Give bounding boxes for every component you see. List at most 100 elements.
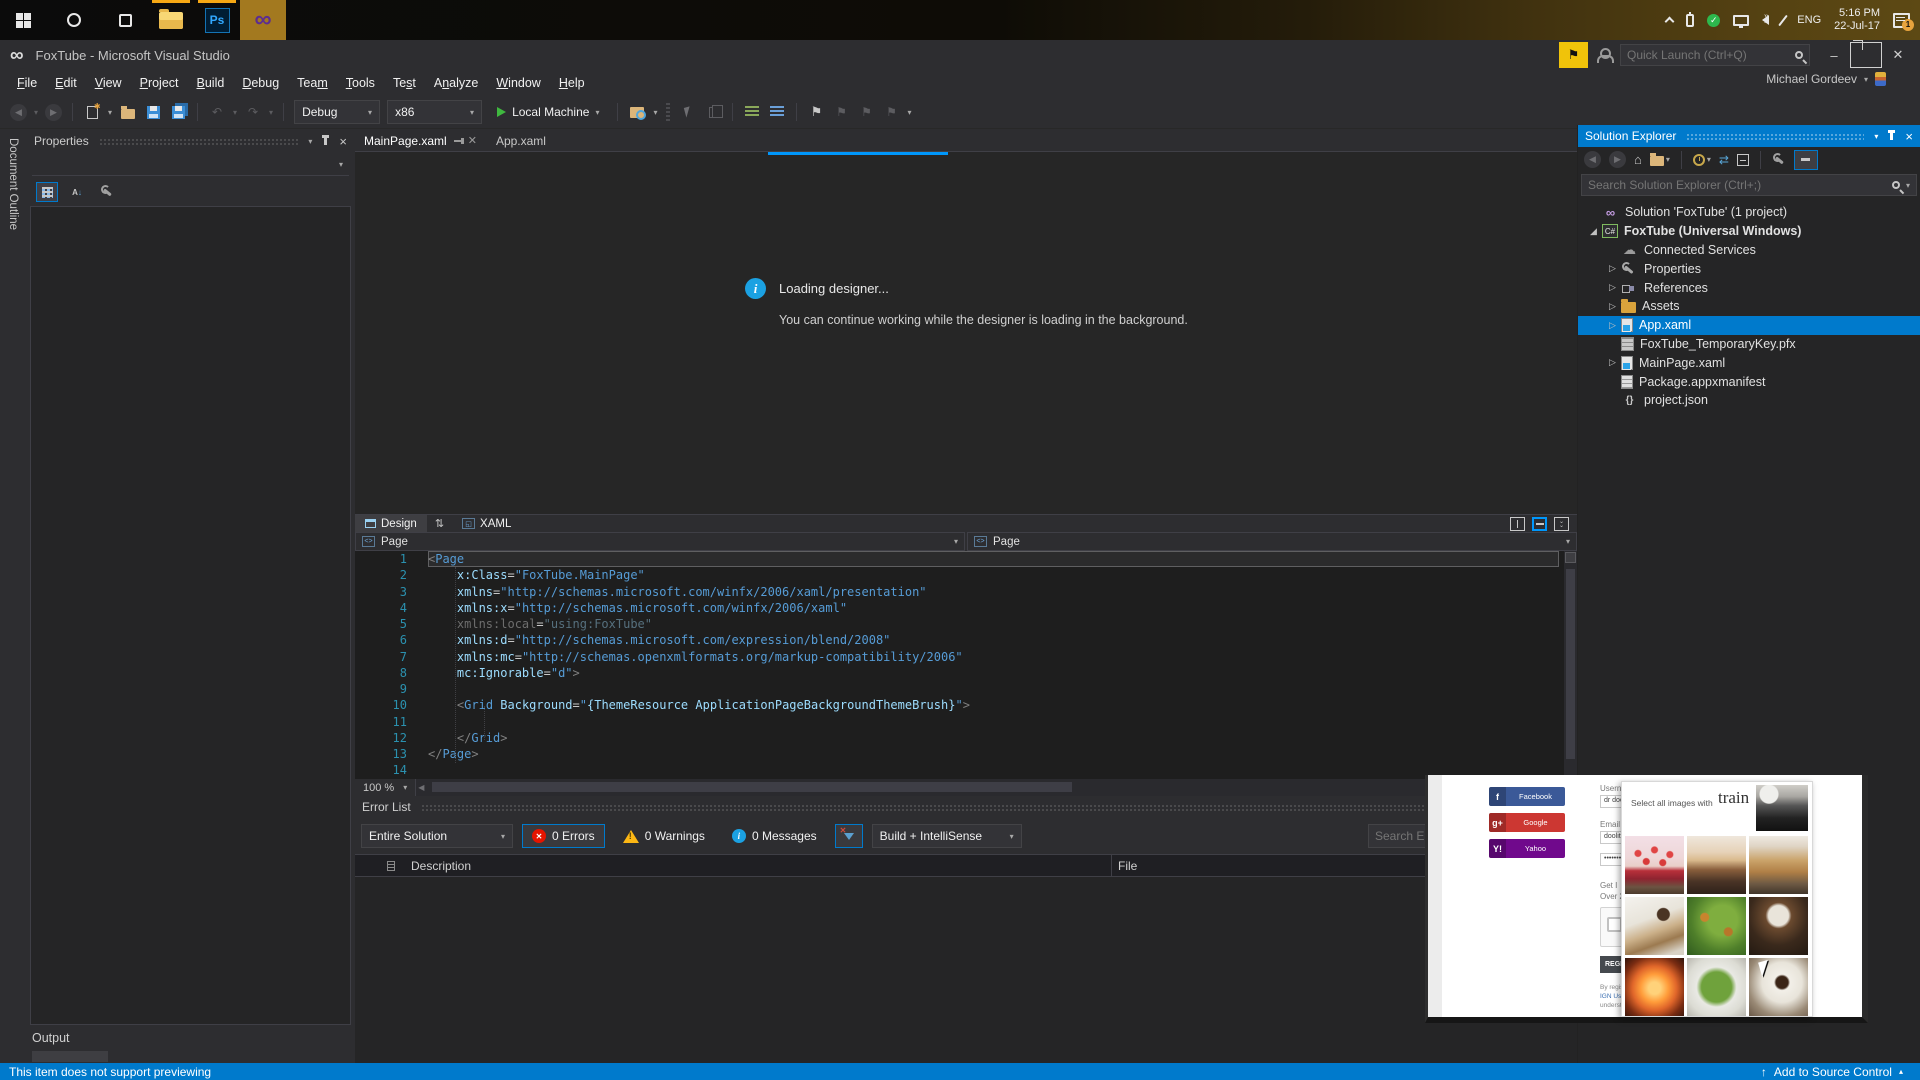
new-file-dropdown[interactable]: ▾ [108,108,112,117]
pin-icon[interactable] [322,134,330,145]
expander-icon[interactable]: ▷ [1604,357,1621,368]
restore-button[interactable] [1850,40,1882,68]
pending-changes-filter-button[interactable]: ▾ [1692,153,1711,166]
visual-studio-button[interactable]: ∞ [240,0,286,40]
menu-project[interactable]: Project [131,73,188,93]
tree-item-foxtube-temporarykey-pfx[interactable]: FoxTube_TemporaryKey.pfx [1578,335,1920,354]
sync-with-active-document-button[interactable]: ⇄ [1719,153,1729,167]
pen-icon[interactable] [1778,14,1789,26]
navigate-back-dropdown[interactable]: ▾ [34,108,38,117]
social-facebook-button[interactable]: f Facebook [1489,787,1565,806]
photoshop-button[interactable]: Ps [194,0,240,40]
drag-handle[interactable] [1686,132,1865,140]
tree-item-properties[interactable]: ▷ Properties [1578,259,1920,278]
code-line-13[interactable]: 13 </Page> [355,746,1577,762]
menu-window[interactable]: Window [487,73,549,93]
close-icon[interactable]: × [339,135,347,148]
redo-dropdown[interactable]: ▾ [269,108,273,117]
alphabetical-sort-button[interactable]: A [66,182,88,202]
close-button[interactable]: ✕ [1882,42,1914,68]
file-explorer-button[interactable] [148,0,194,40]
tree-item-connected-services[interactable]: ☁ Connected Services [1578,241,1920,260]
clear-bookmarks-button[interactable]: ⚑ [882,103,900,121]
document-outline-tab[interactable]: Document Outline [0,130,19,230]
tree-item-assets[interactable]: ▷ Assets [1578,297,1920,316]
warnings-filter-button[interactable]: 0 Warnings [614,824,714,848]
properties-button[interactable] [1772,152,1786,167]
captcha-image-cake[interactable] [1625,836,1684,894]
errors-filter-button[interactable]: ✕ 0 Errors [522,824,605,848]
tree-item-mainpage-xaml[interactable]: ▷ MainPage.xaml [1578,353,1920,372]
code-line-12[interactable]: 12 </Grid> [355,730,1577,746]
messages-filter-button[interactable]: i0 Messages [723,824,826,848]
notifications-flag-button[interactable]: ⚑ [1559,42,1588,68]
tab-app-xaml[interactable]: App.xaml [487,130,555,151]
severity-column-header[interactable] [381,855,405,876]
start-button[interactable] [0,0,46,40]
start-debugging-button[interactable]: Local Machine ▾ [489,100,607,124]
menu-tools[interactable]: Tools [337,73,384,93]
network-icon[interactable] [1733,14,1750,28]
drag-handle[interactable] [98,137,299,145]
undo-dropdown[interactable]: ▾ [233,108,237,117]
defender-icon[interactable]: ✓ [1707,13,1721,27]
search-icon[interactable] [1795,51,1803,59]
navigate-forward-button[interactable]: ▶ [45,103,63,121]
menu-edit[interactable]: Edit [46,73,86,93]
menu-debug[interactable]: Debug [233,73,288,93]
swap-panes-button[interactable]: ⇅ [427,517,452,530]
code-line-7[interactable]: 7 xmlns:mc="http://schemas.openxmlformat… [355,649,1577,665]
breadcrumb-right[interactable]: <> Page ▾ [967,532,1577,551]
drag-handle[interactable] [420,803,1568,811]
menu-build[interactable]: Build [188,73,234,93]
action-center-icon[interactable]: 1 [1893,12,1914,31]
description-column-header[interactable]: Description [405,855,1111,876]
output-tab[interactable]: Output [32,1031,70,1045]
error-scope-combo[interactable]: Entire Solution ▾ [361,824,513,848]
usb-icon[interactable] [1686,11,1695,27]
breadcrumb-left[interactable]: <> Page ▾ [355,532,965,551]
pin-icon[interactable] [1888,129,1896,140]
bookmark-dropdown[interactable]: ▾ [907,108,911,117]
captcha-image-pancakes[interactable] [1749,836,1808,894]
code-line-14[interactable]: 14 [355,762,1577,778]
back-button[interactable]: ◀ [1584,151,1601,168]
code-line-1[interactable]: 1 <Page [355,551,1577,568]
code-line-11[interactable]: 11 [355,714,1577,730]
switch-views-button[interactable]: ▾ [1649,153,1670,166]
vertical-split-button[interactable] [1510,516,1525,531]
menu-file[interactable]: File [8,73,46,93]
captcha-image-coffee-cup[interactable] [1749,958,1808,1016]
code-line-8[interactable]: 8 mc:Ignorable="d"> [355,665,1577,681]
pin-icon[interactable] [453,137,464,144]
expander-icon[interactable]: ▷ [1604,320,1621,331]
menu-team[interactable]: Team [288,73,337,93]
volume-icon[interactable] [1762,13,1770,25]
open-file-button[interactable] [119,103,137,121]
recaptcha-checkbox[interactable] [1607,917,1622,932]
language-indicator[interactable]: ENG [1797,14,1821,26]
add-to-source-control-button[interactable]: ↑ Add to Source Control ▴ [1761,1065,1911,1079]
preview-selected-items-button[interactable] [1793,149,1818,170]
solution-platform-combo[interactable]: x86 ▾ [387,100,483,124]
selection-tool-button[interactable] [679,103,697,121]
undo-button[interactable]: ↶ [208,103,226,121]
save-button[interactable] [144,103,162,121]
property-pages-button[interactable] [96,182,118,202]
xaml-view-tab[interactable]: ◱ XAML [452,515,521,533]
expander-icon[interactable]: ▷ [1604,263,1621,274]
code-line-10[interactable]: 10 <Grid Background="{ThemeResource Appl… [355,697,1577,713]
expander-icon[interactable]: ▷ [1604,301,1621,312]
social-yahoo-button[interactable]: Y! Yahoo [1489,839,1565,858]
captcha-image-coffee-beans[interactable] [1749,897,1808,955]
minimize-button[interactable]: – [1818,42,1850,68]
collapse-all-button[interactable] [1736,153,1749,166]
collapse-pane-button[interactable]: ⌄ ⌄ [1554,516,1569,531]
properties-object-combo[interactable]: ▾ [32,154,349,176]
menu-help[interactable]: Help [550,73,594,93]
tray-chevron-icon[interactable] [1664,16,1675,27]
code-line-2[interactable]: 2 x:Class="FoxTube.MainPage" [355,567,1577,583]
zoom-level-dropdown[interactable]: 100 % ▾ [355,779,417,796]
captcha-image-salad-plate[interactable] [1687,958,1746,1016]
categorized-view-button[interactable] [36,182,58,202]
